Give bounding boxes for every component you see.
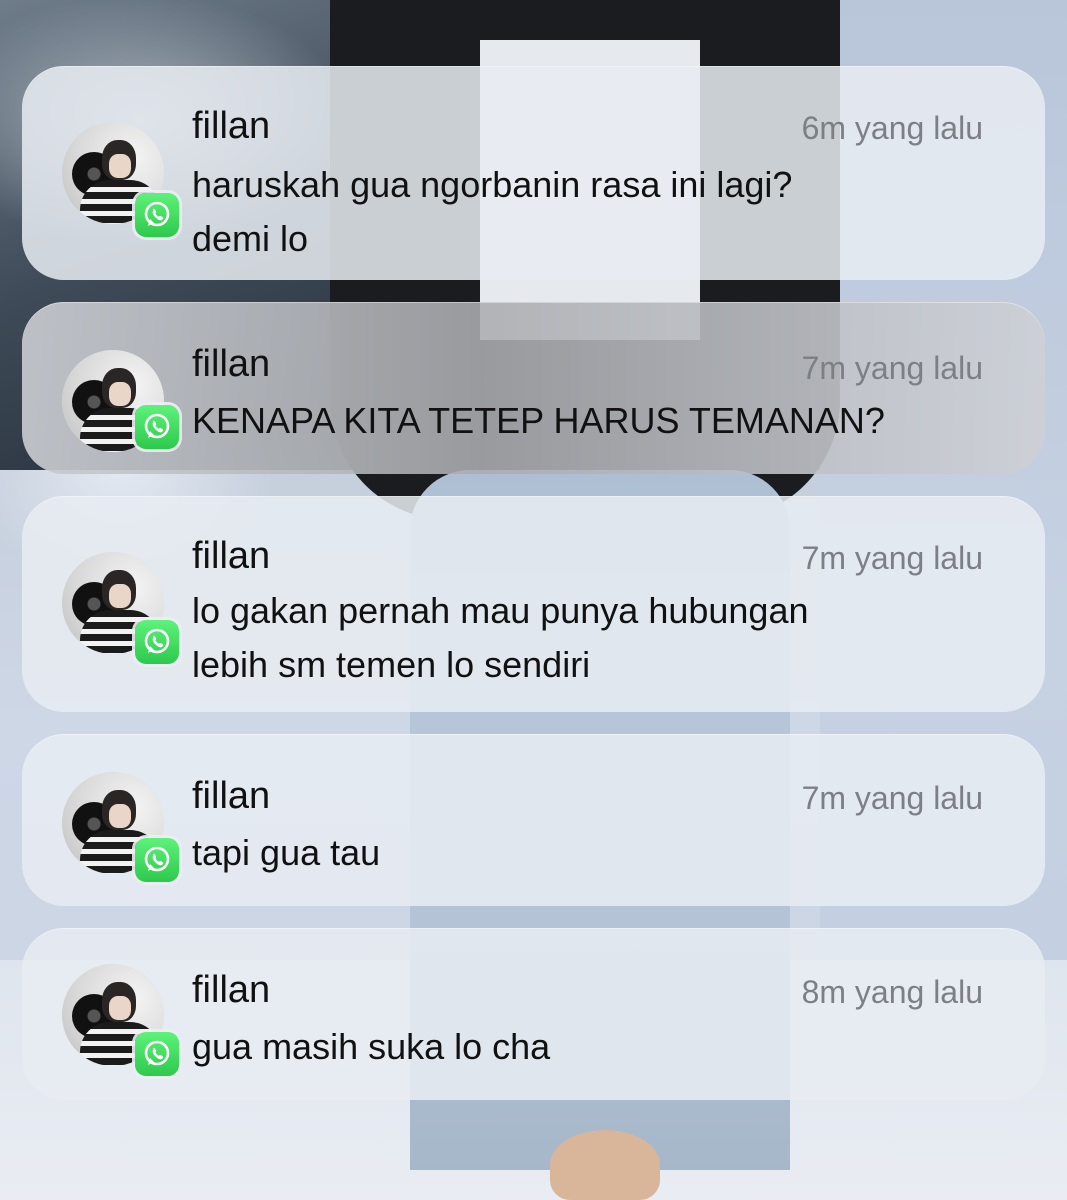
notification-card[interactable]: fillan 7m yang lalu lo gakan pernah mau … <box>22 496 1045 712</box>
timestamp: 8m yang lalu <box>801 974 983 1010</box>
message-line: lo gakan pernah mau punya hubungan <box>192 590 809 631</box>
sender-name: fillan <box>192 535 271 577</box>
message-text: KENAPA KITA TETEP HARUS TEMANAN? <box>192 394 992 448</box>
notification-card[interactable]: fillan 7m yang lalu KENAPA KITA TETEP HA… <box>22 302 1045 474</box>
timestamp: 7m yang lalu <box>801 350 983 386</box>
message-line: haruskah gua ngorbanin rasa ini lagi? <box>192 164 793 205</box>
notification-list: fillan 6m yang lalu haruskah gua ngorban… <box>0 0 1067 1200</box>
whatsapp-icon <box>135 1032 179 1076</box>
message-text: haruskah gua ngorbanin rasa ini lagi? de… <box>192 158 992 266</box>
whatsapp-icon <box>135 405 179 449</box>
sender-name: fillan <box>192 343 271 385</box>
message-text: tapi gua tau <box>192 826 992 880</box>
message-text: gua masih suka lo cha <box>192 1020 992 1074</box>
timestamp: 7m yang lalu <box>801 780 983 816</box>
whatsapp-icon <box>135 620 179 664</box>
message-line: KENAPA KITA TETEP HARUS TEMANAN? <box>192 400 885 441</box>
timestamp: 7m yang lalu <box>801 540 983 576</box>
sender-name: fillan <box>192 969 271 1011</box>
timestamp: 6m yang lalu <box>801 110 983 146</box>
notification-card[interactable]: fillan 6m yang lalu haruskah gua ngorban… <box>22 66 1045 280</box>
whatsapp-icon <box>135 838 179 882</box>
message-line: gua masih suka lo cha <box>192 1026 551 1067</box>
message-line: tapi gua tau <box>192 832 381 873</box>
message-line: demi lo <box>192 218 309 259</box>
sender-name: fillan <box>192 105 271 147</box>
whatsapp-icon <box>135 193 179 237</box>
notification-card[interactable]: fillan 8m yang lalu gua masih suka lo ch… <box>22 928 1045 1100</box>
message-text: lo gakan pernah mau punya hubungan lebih… <box>192 584 992 692</box>
message-line: lebih sm temen lo sendiri <box>192 644 591 685</box>
notification-card[interactable]: fillan 7m yang lalu tapi gua tau <box>22 734 1045 906</box>
sender-name: fillan <box>192 775 271 817</box>
